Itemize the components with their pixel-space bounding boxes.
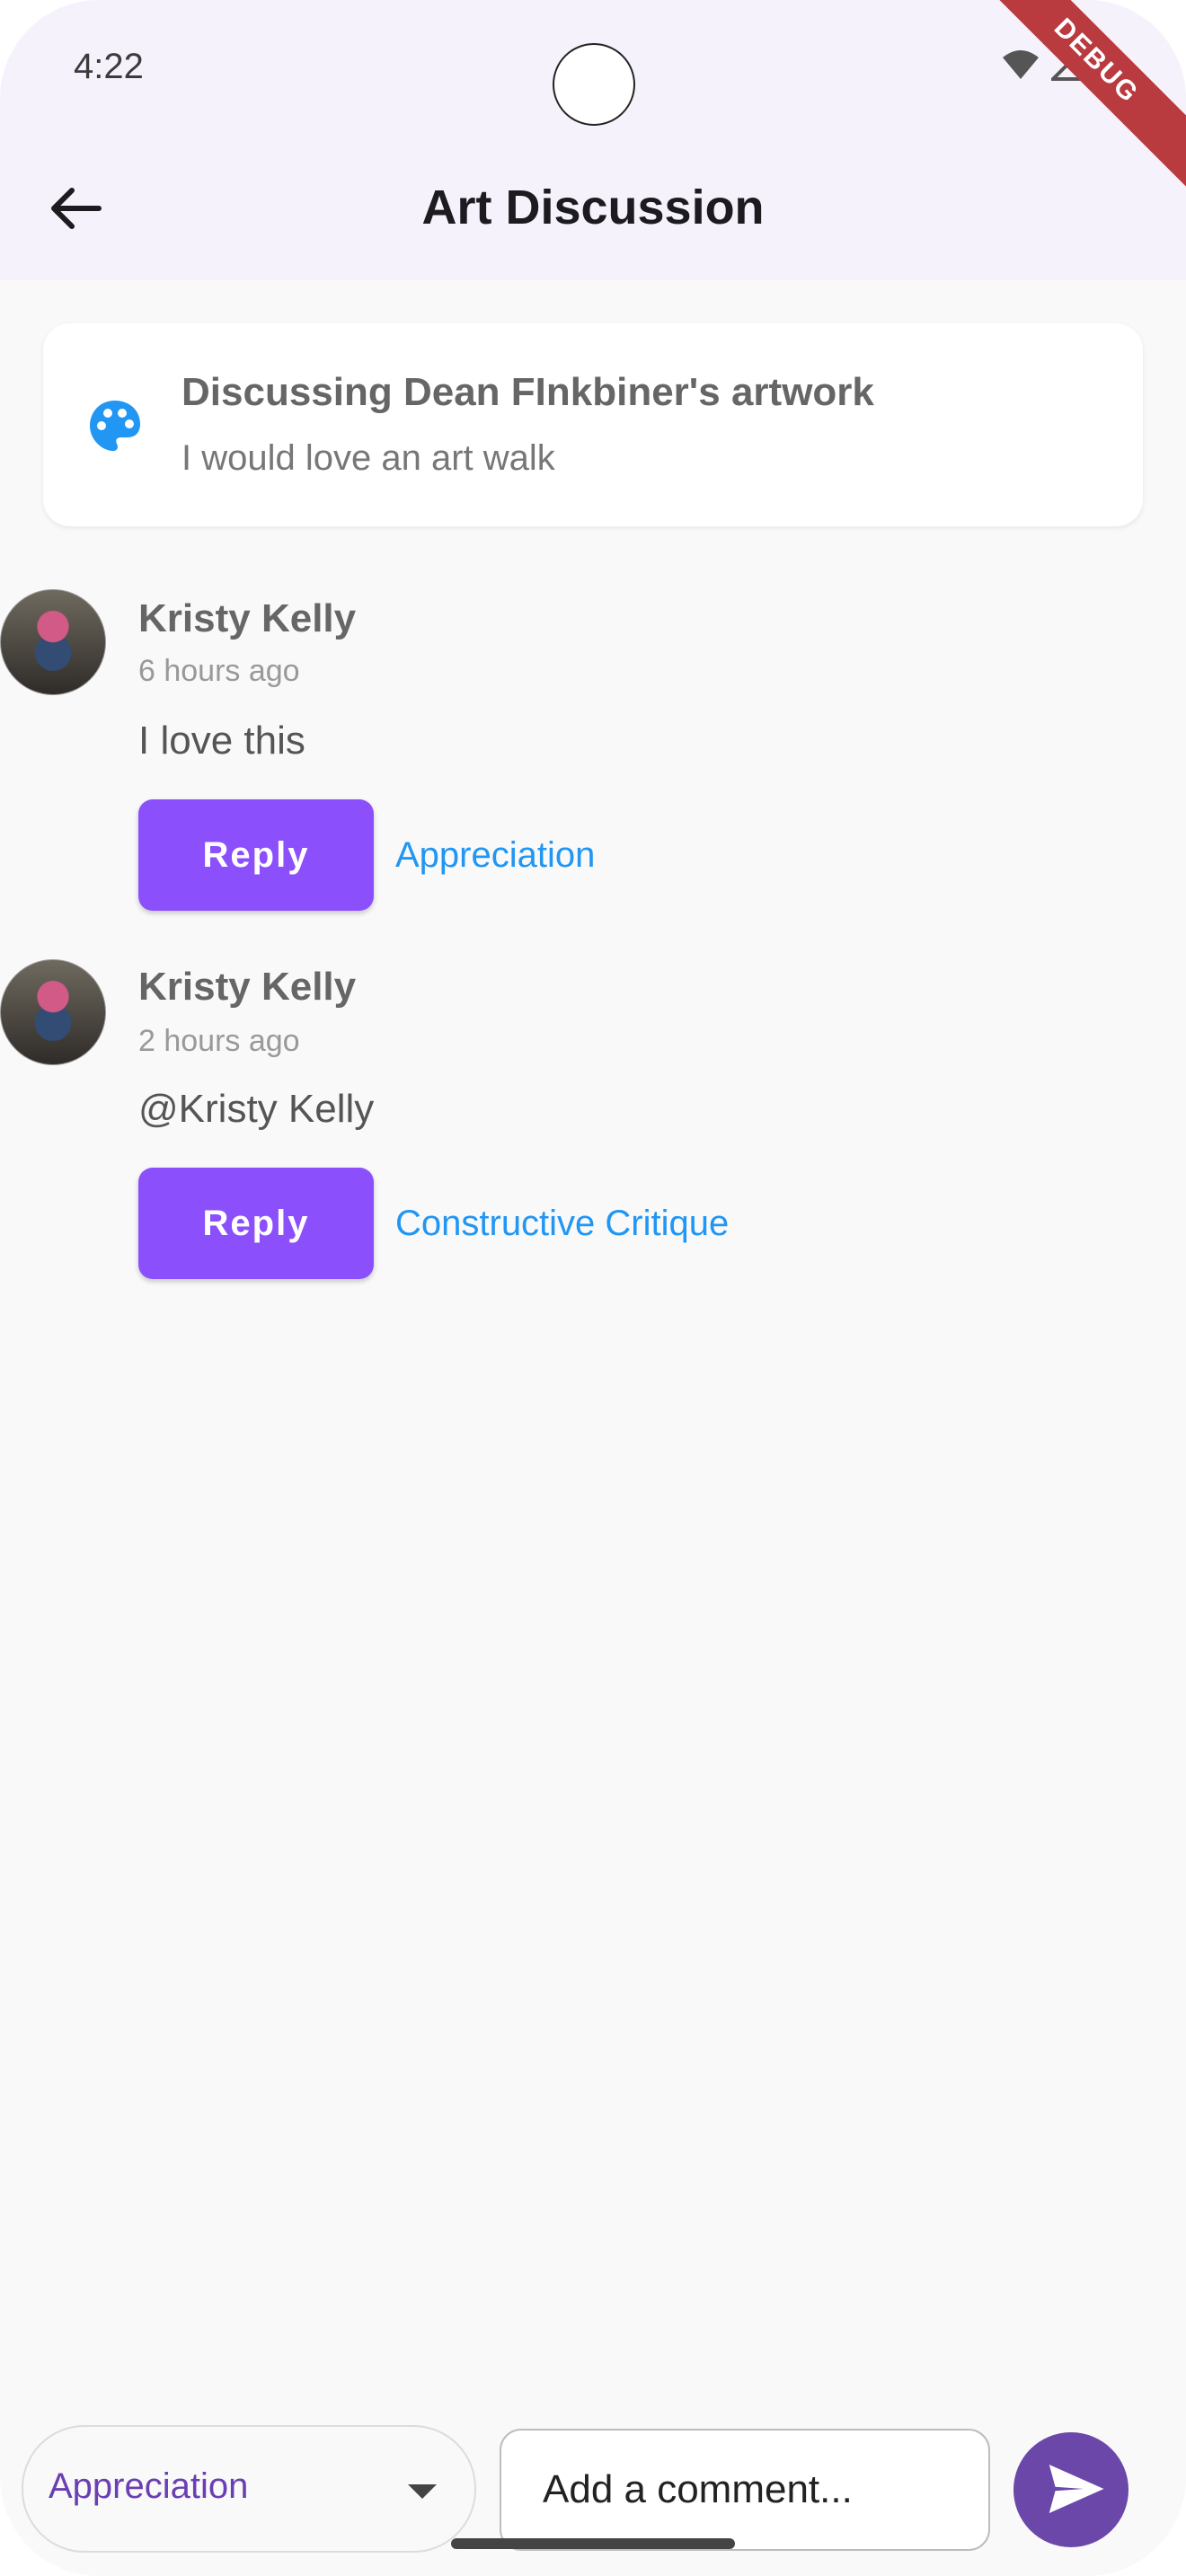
- comment-text: I love this: [138, 719, 305, 763]
- home-indicator: [451, 2538, 735, 2549]
- debug-banner: DEBUG: [963, 0, 1186, 194]
- card-subtitle: I would love an art walk: [181, 438, 555, 478]
- page-title: Art Discussion: [421, 181, 765, 234]
- comment-tag: Constructive Critique: [395, 1204, 730, 1243]
- avatar[interactable]: [0, 959, 106, 1065]
- card-title: Discussing Dean FInkbiner's artwork: [181, 370, 874, 414]
- reply-button[interactable]: Reply: [138, 799, 374, 911]
- app-bar: 4:22 DEBUG Art Discussion: [0, 0, 1186, 280]
- avatar[interactable]: [0, 589, 106, 695]
- comment-author: Kristy Kelly: [138, 965, 357, 1009]
- reply-button[interactable]: Reply: [138, 1168, 374, 1279]
- palette-icon: [90, 401, 140, 451]
- category-dropdown[interactable]: Appreciation: [22, 2425, 476, 2553]
- dropdown-caret-icon: [408, 2484, 437, 2499]
- wifi-icon: [1003, 50, 1039, 79]
- category-selected: Appreciation: [49, 2466, 249, 2506]
- comment-tag: Appreciation: [395, 835, 596, 875]
- comment-time: 6 hours ago: [138, 654, 300, 688]
- comment-time: 2 hours ago: [138, 1024, 300, 1058]
- camera-cutout: [553, 43, 635, 126]
- comment-author: Kristy Kelly: [138, 596, 357, 640]
- comment-input[interactable]: [500, 2429, 990, 2551]
- discussion-header-card: [43, 323, 1143, 526]
- comment-text: @Kristy Kelly: [138, 1087, 375, 1131]
- status-time: 4:22: [74, 47, 144, 86]
- send-button[interactable]: [1013, 2432, 1128, 2547]
- send-icon: [1049, 2464, 1104, 2513]
- phone-screen: 4:22 DEBUG Art Discussion Discussing Dea…: [0, 0, 1186, 2576]
